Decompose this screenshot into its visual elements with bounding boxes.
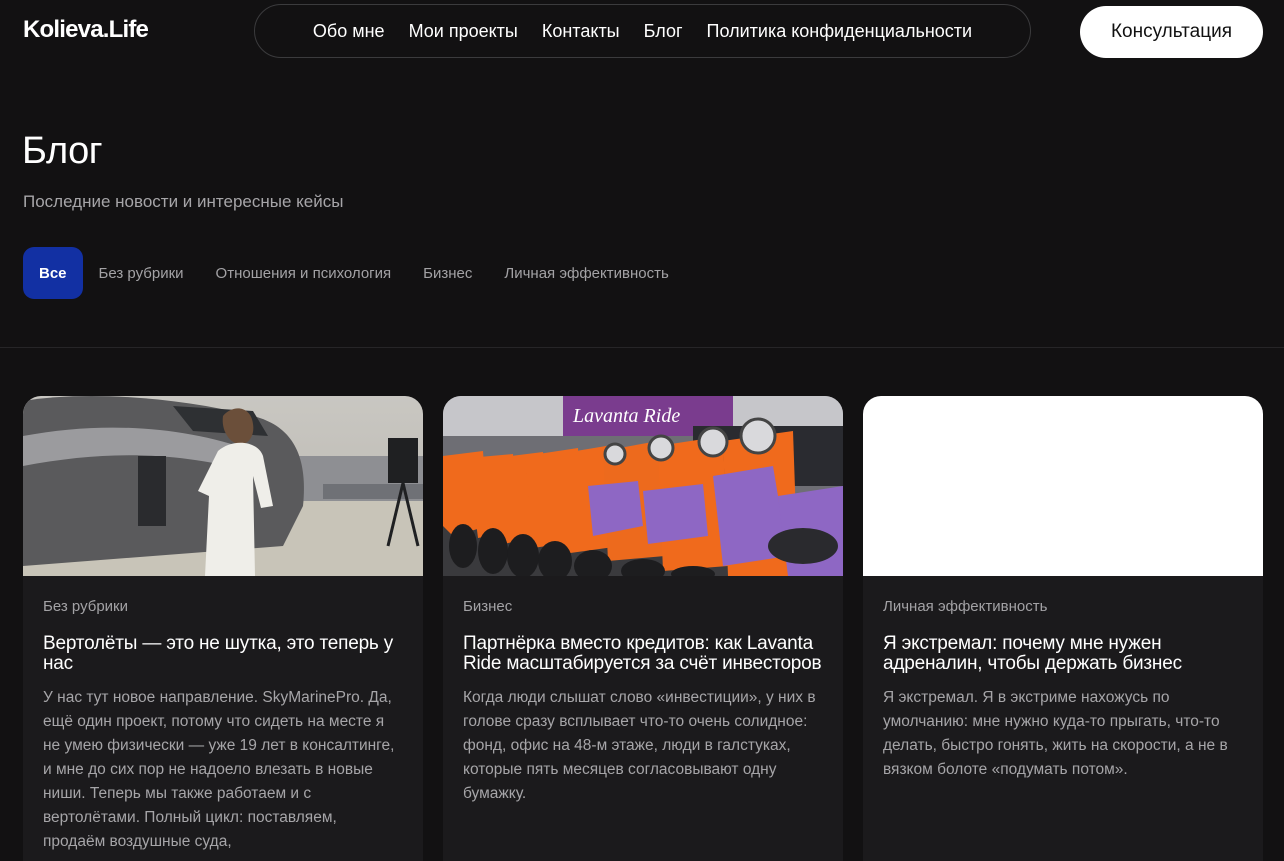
filter-productivity[interactable]: Личная эффективность: [488, 247, 684, 299]
filter-all[interactable]: Все: [23, 247, 83, 299]
nav-item-about[interactable]: Обо мне: [313, 21, 385, 42]
filter-relationships[interactable]: Отношения и психология: [200, 247, 408, 299]
post-excerpt: Когда люди слышат слово «инвестиции», у …: [463, 689, 816, 802]
nav-item-contacts[interactable]: Контакты: [542, 21, 620, 42]
page-title: Блог: [22, 130, 103, 172]
post-category[interactable]: Без рубрики: [43, 598, 403, 615]
category-filters: Все Без рубрики Отношения и психология Б…: [23, 247, 685, 299]
nav-item-blog[interactable]: Блог: [644, 21, 683, 42]
blog-card[interactable]: Lavanta Ride Бизнес Партнёрка вместо кре…: [443, 396, 843, 861]
consultation-button[interactable]: Консультация: [1080, 6, 1263, 58]
post-excerpt: Я экстремал. Я в экстриме нахожусь по ум…: [883, 689, 1228, 778]
filter-business[interactable]: Бизнес: [407, 247, 488, 299]
post-excerpt: У нас тут новое направление. SkyMarinePr…: [43, 689, 395, 850]
main-nav: Обо мне Мои проекты Контакты Блог Полити…: [254, 4, 1031, 58]
scooters-photo: Lavanta Ride: [443, 396, 843, 576]
post-category[interactable]: Личная эффективность: [883, 598, 1243, 615]
site-logo[interactable]: Kolieva.Life: [23, 16, 149, 44]
section-divider: [0, 347, 1284, 348]
post-image-helicopter[interactable]: [23, 396, 423, 576]
nav-item-privacy[interactable]: Политика конфиденциальности: [707, 21, 973, 42]
helicopter-photo: [23, 396, 423, 576]
post-image-scooters[interactable]: Lavanta Ride: [443, 396, 843, 576]
post-title[interactable]: Я экстремал: почему мне нужен адреналин,…: [883, 634, 1243, 674]
post-category[interactable]: Бизнес: [463, 598, 823, 615]
blog-card[interactable]: Личная эффективность Я экстремал: почему…: [863, 396, 1263, 861]
page-subtitle: Последние новости и интересные кейсы: [23, 192, 344, 211]
filter-uncategorized[interactable]: Без рубрики: [83, 247, 200, 299]
store-sign-text: Lavanta Ride: [572, 405, 680, 427]
post-image-placeholder[interactable]: [863, 396, 1263, 576]
post-title[interactable]: Вертолёты — это не шутка, это теперь у н…: [43, 634, 403, 674]
post-title[interactable]: Партнёрка вместо кредитов: как Lavanta R…: [463, 634, 823, 674]
nav-item-projects[interactable]: Мои проекты: [409, 21, 518, 42]
blog-card[interactable]: Без рубрики Вертолёты — это не шутка, эт…: [23, 396, 423, 861]
